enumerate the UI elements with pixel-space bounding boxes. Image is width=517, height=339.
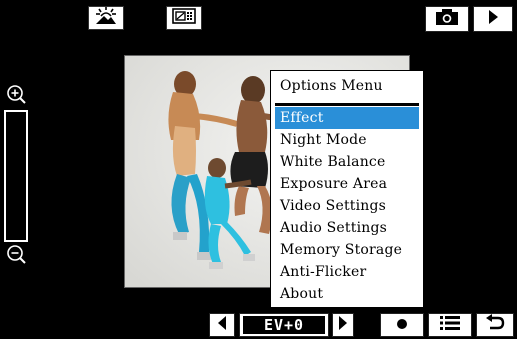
zoom-in-icon [5, 83, 27, 109]
menu-item-night-mode[interactable]: Night Mode [275, 129, 419, 151]
chevron-left-icon [216, 315, 228, 335]
zoom-slider[interactable] [4, 110, 28, 242]
options-menu-title: Options Menu [280, 78, 383, 94]
menu-item-video-settings[interactable]: Video Settings [275, 195, 419, 217]
menu-item-white-balance[interactable]: White Balance [275, 151, 419, 173]
play-button[interactable] [473, 6, 513, 32]
play-icon [486, 9, 500, 29]
ev-display: EV+0 [239, 313, 329, 337]
camera-icon [435, 8, 459, 30]
menu-divider [275, 103, 419, 106]
record-button[interactable] [380, 313, 424, 337]
menu-item-anti-flicker[interactable]: Anti-Flicker [275, 261, 419, 283]
menu-item-memory-storage[interactable]: Memory Storage [275, 239, 419, 261]
chevron-right-icon [337, 315, 349, 335]
scene-mode-icon [93, 6, 119, 30]
ev-decrease-button[interactable] [209, 313, 235, 337]
zoom-out-icon [5, 243, 27, 269]
ev-increase-button[interactable] [332, 313, 354, 337]
menu-item-exposure-area[interactable]: Exposure Area [275, 173, 419, 195]
zoom-in-button[interactable] [4, 84, 28, 108]
list-icon [439, 315, 461, 335]
frame-mode-indicator [166, 6, 202, 30]
frame-mode-icon [172, 8, 196, 28]
ev-value: EV+0 [243, 316, 325, 334]
zoom-out-button[interactable] [4, 244, 28, 268]
scene-mode-indicator [88, 6, 124, 30]
back-arrow-icon [485, 314, 505, 336]
camera-screen: Options Menu Effect Night Mode White Bal… [0, 0, 517, 339]
camera-button[interactable] [425, 6, 469, 32]
back-button[interactable] [476, 313, 514, 337]
menu-item-effect[interactable]: Effect [275, 107, 419, 129]
menu-list-button[interactable] [428, 313, 472, 337]
record-icon [395, 316, 409, 335]
menu-item-audio-settings[interactable]: Audio Settings [275, 217, 419, 239]
menu-item-about[interactable]: About [275, 283, 419, 305]
options-menu: Options Menu Effect Night Mode White Bal… [270, 70, 424, 308]
